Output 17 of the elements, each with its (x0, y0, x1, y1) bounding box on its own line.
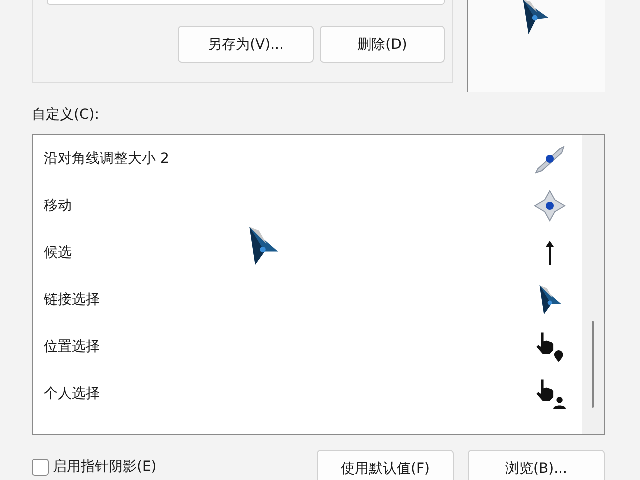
cursor-row[interactable]: 链接选择 (33, 276, 582, 323)
hand-person-icon (534, 378, 566, 410)
custom-label: 自定义(C): (32, 106, 100, 124)
dialog-button[interactable]: 使用默认值(F) (317, 450, 454, 480)
cursor-row[interactable]: 个人选择 (33, 370, 582, 417)
move-icon (534, 190, 566, 222)
dialog-button[interactable]: 浏览(B)... (468, 450, 605, 480)
shadow-checkbox[interactable]: 启用指针阴影(E) (32, 455, 312, 479)
cursor-row[interactable]: 沿对角线调整大小 2 (33, 135, 582, 182)
hand-pin-icon (534, 330, 566, 362)
up-arrow-icon (546, 240, 554, 264)
cursor-row[interactable]: 候选 (33, 229, 582, 276)
scrollbar[interactable] (582, 135, 604, 434)
cursor-row[interactable]: 位置选择 (33, 323, 582, 370)
cursor-row[interactable]: 移动 (33, 182, 582, 229)
scheme-button[interactable]: 另存为(V)... (178, 26, 314, 63)
scheme-button[interactable]: 删除(D) (320, 26, 445, 63)
